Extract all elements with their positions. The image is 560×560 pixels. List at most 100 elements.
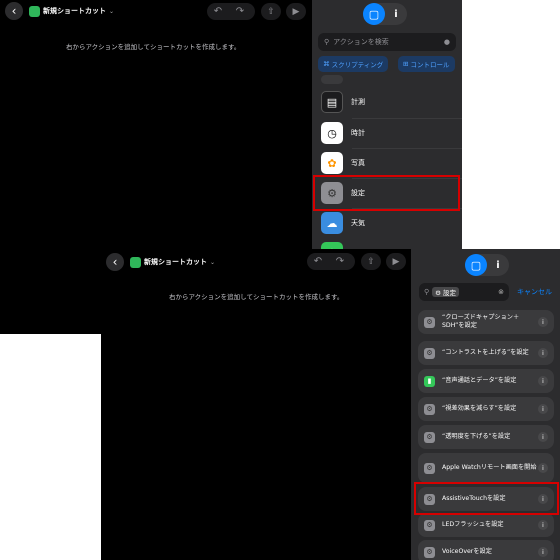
- info-icon[interactable]: i: [538, 348, 548, 358]
- app-label: 天気: [351, 219, 365, 227]
- run-button[interactable]: ▶: [286, 3, 306, 20]
- action-label: LEDフラッシュを設定: [442, 521, 504, 528]
- back-icon: ‹: [11, 4, 17, 18]
- search-field[interactable]: ⚲ アクションを検索 ●: [318, 33, 456, 51]
- scripting-icon: ⌘: [323, 60, 332, 68]
- list-item-partial: [312, 72, 462, 86]
- shortcut-title[interactable]: 新規ショートカット: [43, 6, 106, 16]
- search-placeholder: アクションを検索: [333, 38, 389, 46]
- action-label: “視差効果を減らす”を設定: [442, 405, 517, 412]
- tab-info[interactable]: i: [385, 3, 407, 25]
- chip-label: コントロール: [410, 61, 450, 69]
- ruler-icon: ▤: [321, 91, 343, 113]
- chevron-down-icon[interactable]: ⌄: [109, 8, 114, 15]
- info-icon[interactable]: i: [538, 463, 548, 473]
- cellular-icon: ▮: [424, 375, 435, 387]
- run-button[interactable]: ▶: [386, 253, 406, 270]
- tab-actions[interactable]: ▢: [363, 3, 385, 25]
- play-icon: ▶: [392, 256, 400, 267]
- list-item[interactable]: ▤ 計測: [312, 87, 462, 117]
- chip-scripting[interactable]: ⌘ スクリプティング: [318, 56, 389, 72]
- app-label: 計測: [351, 98, 365, 106]
- undo-icon[interactable]: ↶: [207, 6, 229, 17]
- info-icon: i: [394, 8, 398, 20]
- back-button[interactable]: ‹: [106, 253, 124, 271]
- action-label: Apple Watchリモート画面を開始: [442, 464, 537, 471]
- gear-icon: ⚙: [424, 519, 435, 531]
- action-item[interactable]: ⚙ “コントラストを上げる”を設定 i: [418, 341, 554, 365]
- info-icon[interactable]: i: [538, 547, 548, 557]
- gear-icon: ⚙: [424, 316, 435, 328]
- search-field[interactable]: ⚲ ⚙ 設定 ⊗: [419, 283, 509, 301]
- info-icon[interactable]: i: [538, 317, 548, 327]
- actions-icon: ▢: [470, 258, 482, 272]
- token-label: 設定: [443, 289, 457, 297]
- share-button[interactable]: ⇧: [361, 253, 381, 270]
- search-icon: ⚲: [424, 288, 430, 296]
- clear-icon[interactable]: ⊗: [498, 288, 504, 296]
- cancel-button[interactable]: キャンセル: [517, 287, 552, 297]
- redo-icon[interactable]: ↷: [229, 6, 251, 17]
- redo-icon[interactable]: ↷: [329, 256, 351, 267]
- gear-icon: ⚙: [424, 462, 435, 474]
- editor-hint: 右からアクションを追加してショートカットを作成します。: [66, 43, 241, 51]
- action-label: “コントラストを上げる”を設定: [442, 349, 529, 356]
- chip-controls[interactable]: ⊞ コントロール: [398, 56, 455, 72]
- weather-icon: ☁: [321, 212, 343, 234]
- info-icon[interactable]: i: [538, 376, 548, 386]
- play-icon: ▶: [292, 6, 300, 17]
- gear-icon: ⚙: [435, 289, 441, 297]
- clock-icon: ◷: [321, 122, 343, 144]
- action-label: “音声通話とデータ”を設定: [442, 377, 517, 384]
- action-item[interactable]: ⚙ LEDフラッシュを設定 i: [418, 513, 554, 537]
- info-icon[interactable]: i: [538, 520, 548, 530]
- app-label: 時計: [351, 129, 365, 137]
- app-label: 写真: [351, 159, 365, 167]
- action-label: VoiceOverを設定: [442, 548, 492, 555]
- list-item[interactable]: ☁ 天気: [312, 208, 462, 238]
- action-item[interactable]: ⚙ “透明度を下げる”を設定 i: [418, 425, 554, 449]
- undo-icon[interactable]: ↶: [307, 256, 329, 267]
- shortcut-app-icon: [29, 5, 40, 17]
- action-item[interactable]: ⚙ Apple Watchリモート画面を開始 i: [418, 453, 554, 483]
- tab-info[interactable]: i: [487, 254, 509, 276]
- undo-redo-group: ↶ ↷: [307, 253, 355, 270]
- gear-icon: ⚙: [424, 431, 435, 443]
- action-item[interactable]: ▮ “音声通話とデータ”を設定 i: [418, 369, 554, 393]
- share-button[interactable]: ⇧: [261, 3, 281, 20]
- app-icon-partial: [321, 74, 343, 84]
- photos-icon: ✿: [321, 152, 343, 174]
- list-item[interactable]: ✿ 写真: [312, 148, 462, 178]
- chip-label: スクリプティング: [331, 61, 384, 69]
- back-icon: ‹: [112, 255, 118, 269]
- action-item[interactable]: ⚙ “クローズドキャプション＋SDH”を設定 i: [418, 310, 554, 334]
- controls-icon: ⊞: [403, 60, 411, 68]
- panel-tabs: ▢ i: [363, 3, 407, 25]
- search-icon: ⚲: [324, 38, 330, 46]
- shortcut-title[interactable]: 新規ショートカット: [144, 257, 207, 267]
- action-item[interactable]: ⚙ VoiceOverを設定 i: [418, 540, 554, 560]
- editor-hint: 右からアクションを追加してショートカットを作成します。: [169, 293, 344, 301]
- action-item[interactable]: ⚙ “視差効果を減らす”を設定 i: [418, 397, 554, 421]
- action-label: “クローズドキャプション＋SDH”を設定: [442, 314, 520, 329]
- info-icon: i: [496, 259, 500, 271]
- share-icon: ⇧: [367, 256, 375, 267]
- gear-icon: ⚙: [424, 347, 435, 359]
- share-icon: ⇧: [267, 6, 275, 17]
- tab-actions[interactable]: ▢: [465, 254, 487, 276]
- list-item[interactable]: ◷ 時計: [312, 118, 462, 148]
- shortcut-app-icon: [130, 256, 141, 268]
- info-icon[interactable]: i: [538, 404, 548, 414]
- info-icon[interactable]: i: [538, 432, 548, 442]
- highlight-box: [313, 175, 460, 211]
- panel-tabs: ▢ i: [465, 254, 509, 276]
- chevron-down-icon[interactable]: ⌄: [210, 259, 215, 266]
- undo-redo-group: ↶ ↷: [207, 3, 255, 20]
- mic-icon[interactable]: ●: [444, 38, 450, 46]
- gear-icon: ⚙: [424, 403, 435, 415]
- highlight-box: [414, 482, 559, 515]
- gear-icon: ⚙: [424, 546, 435, 558]
- back-button[interactable]: ‹: [5, 2, 23, 20]
- search-token: ⚙ 設定: [432, 287, 460, 297]
- action-label: “透明度を下げる”を設定: [442, 433, 511, 440]
